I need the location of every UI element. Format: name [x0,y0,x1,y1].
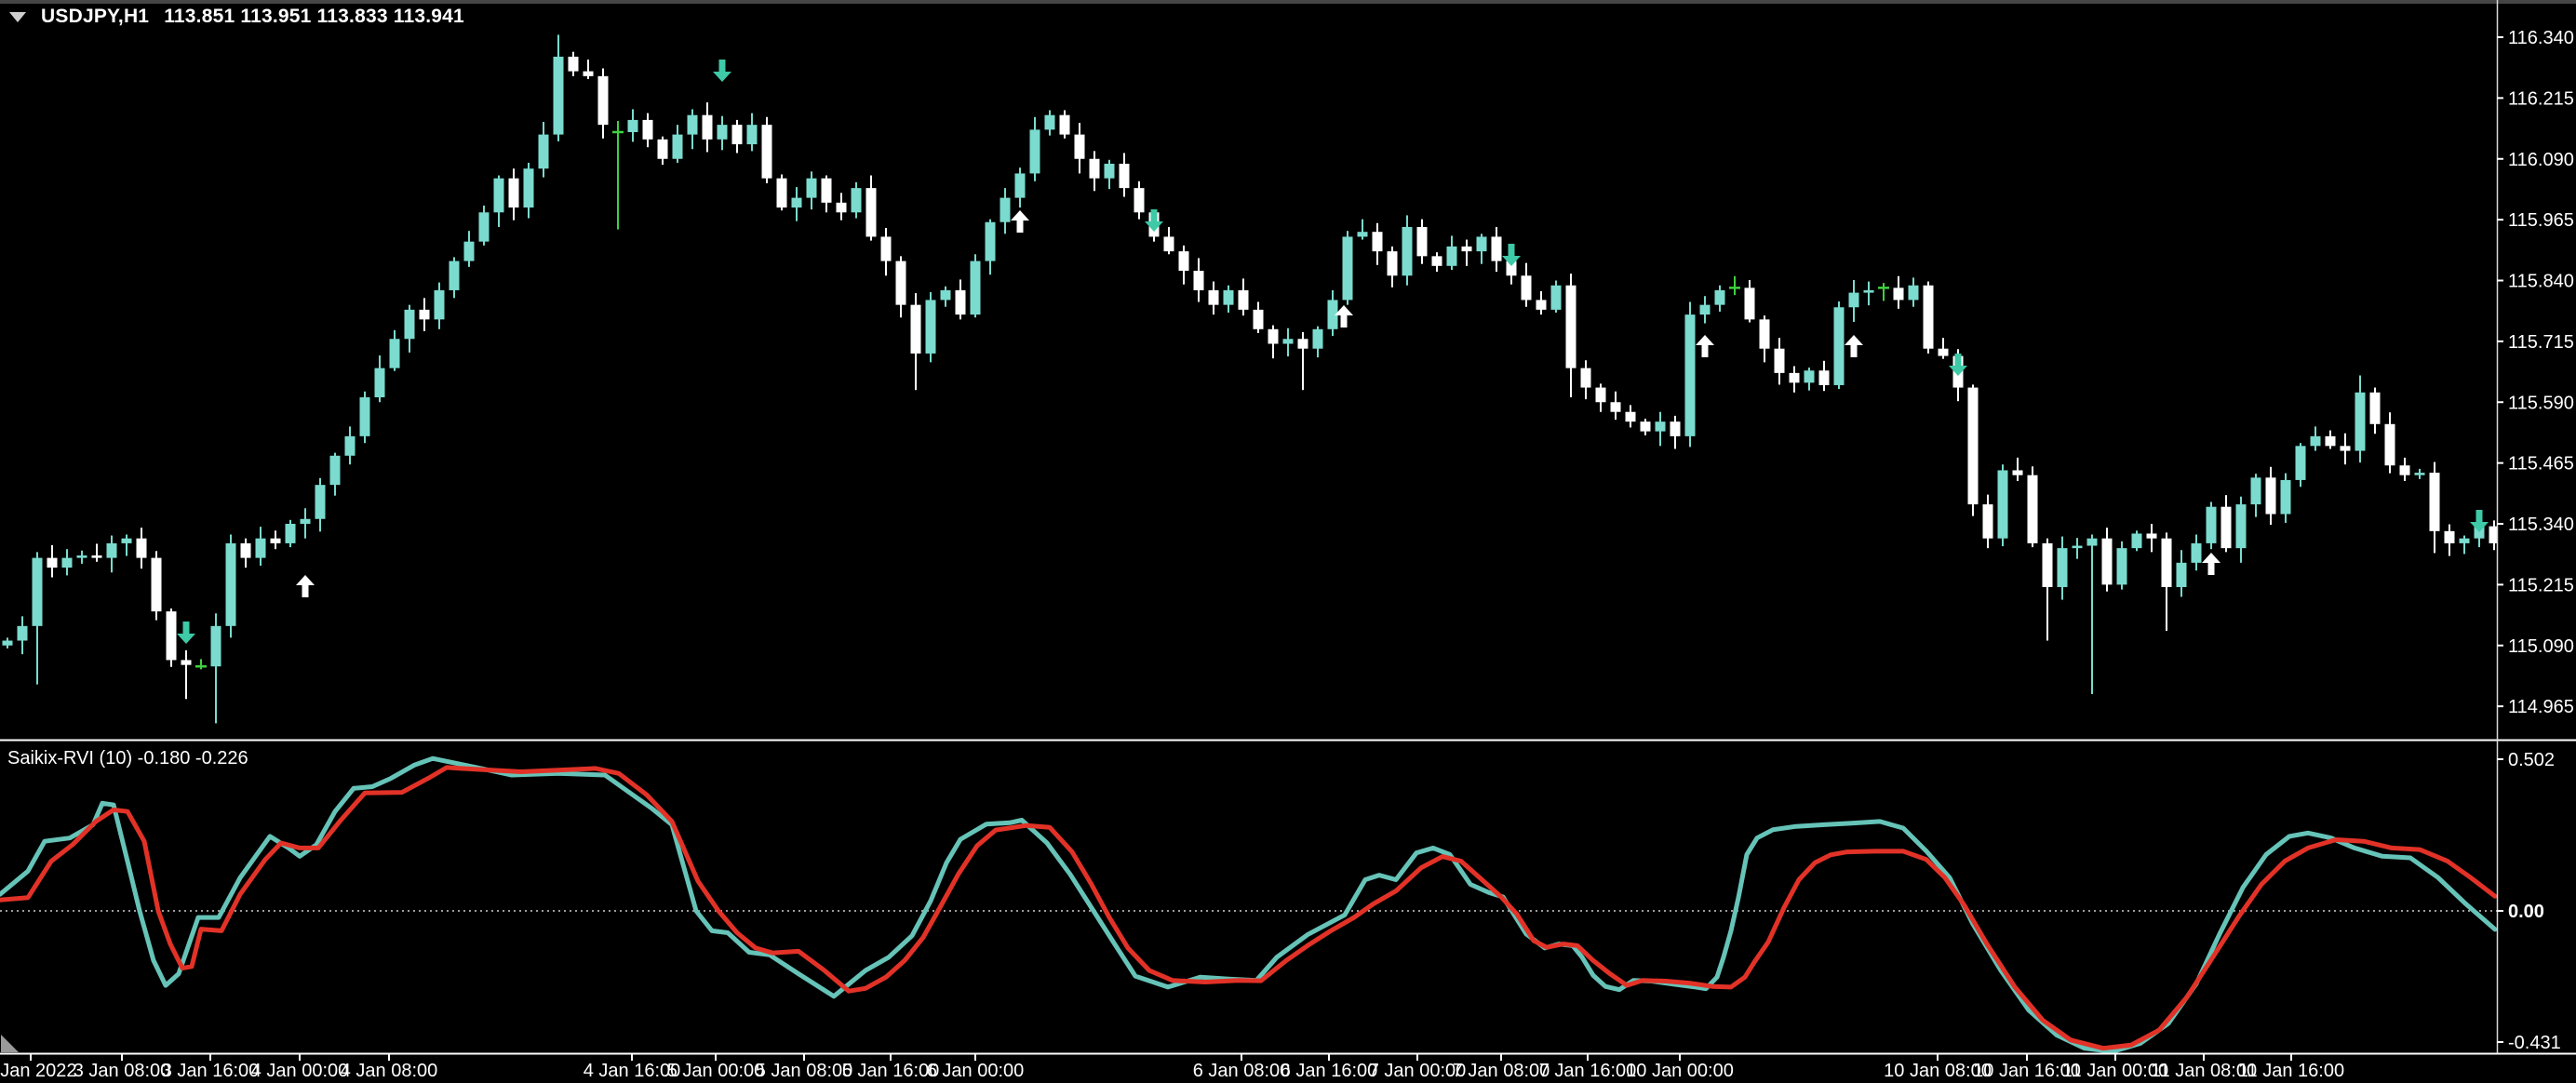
price-axis[interactable] [2497,0,2576,1053]
chart-window: USDJPY,H1 113.851 113.951 113.833 113.941… [0,0,2576,1083]
symbol-list-toggle-icon[interactable] [9,12,26,22]
time-axis[interactable] [0,1054,2576,1083]
chart-title: USDJPY,H1 113.851 113.951 113.833 113.941 [41,6,464,28]
indicator-pane[interactable] [0,743,2497,1053]
main-chart-pane[interactable] [0,0,2497,740]
symbol-timeframe-label: USDJPY,H1 [41,6,149,27]
ohlc-quotes-label: 113.851 113.951 113.833 113.941 [164,6,464,27]
indicator-name-label: Saikix-RVI (10) -0.180 -0.226 [7,748,248,769]
